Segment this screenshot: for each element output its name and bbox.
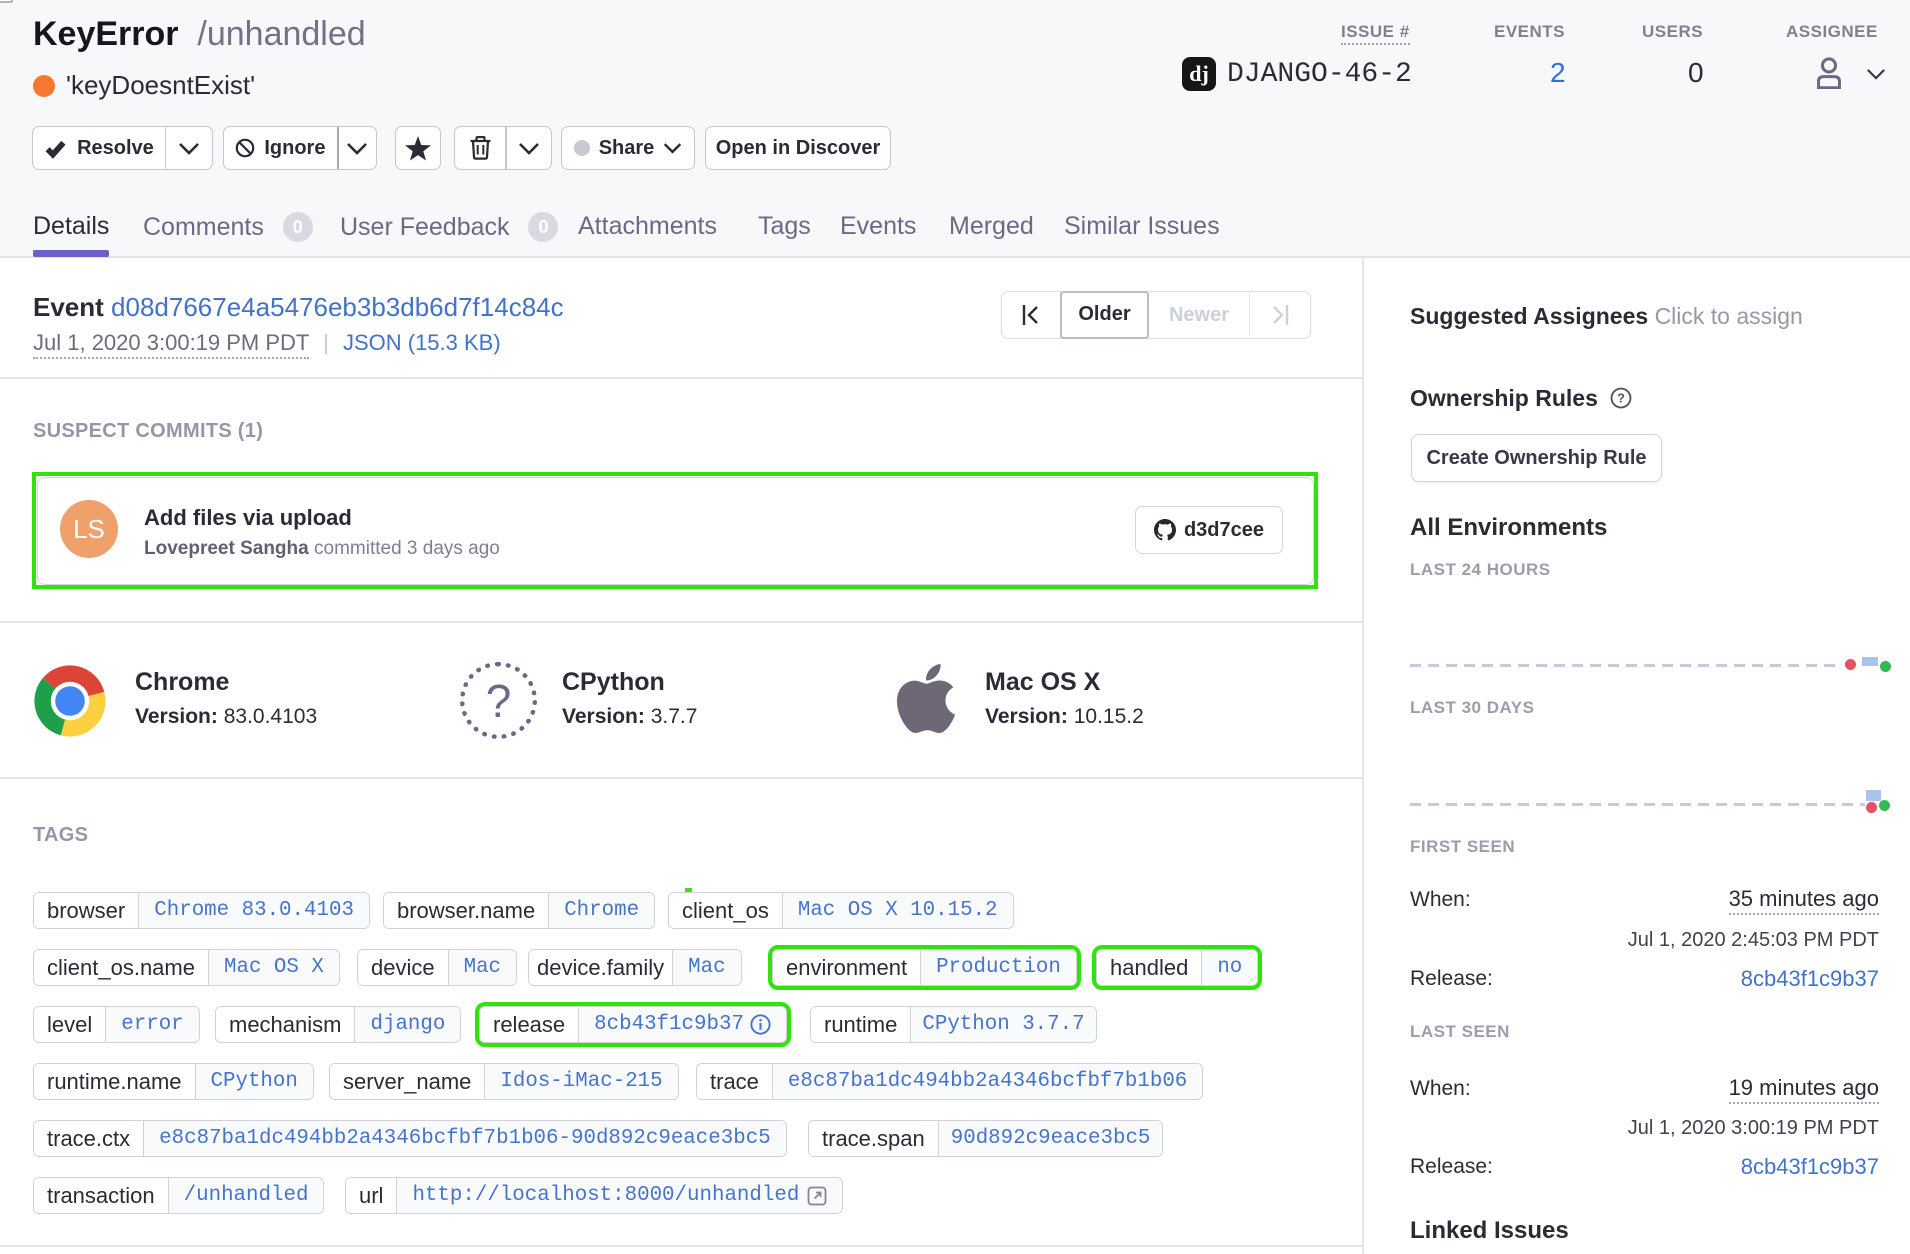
svg-text:?: ? [1617,392,1625,406]
